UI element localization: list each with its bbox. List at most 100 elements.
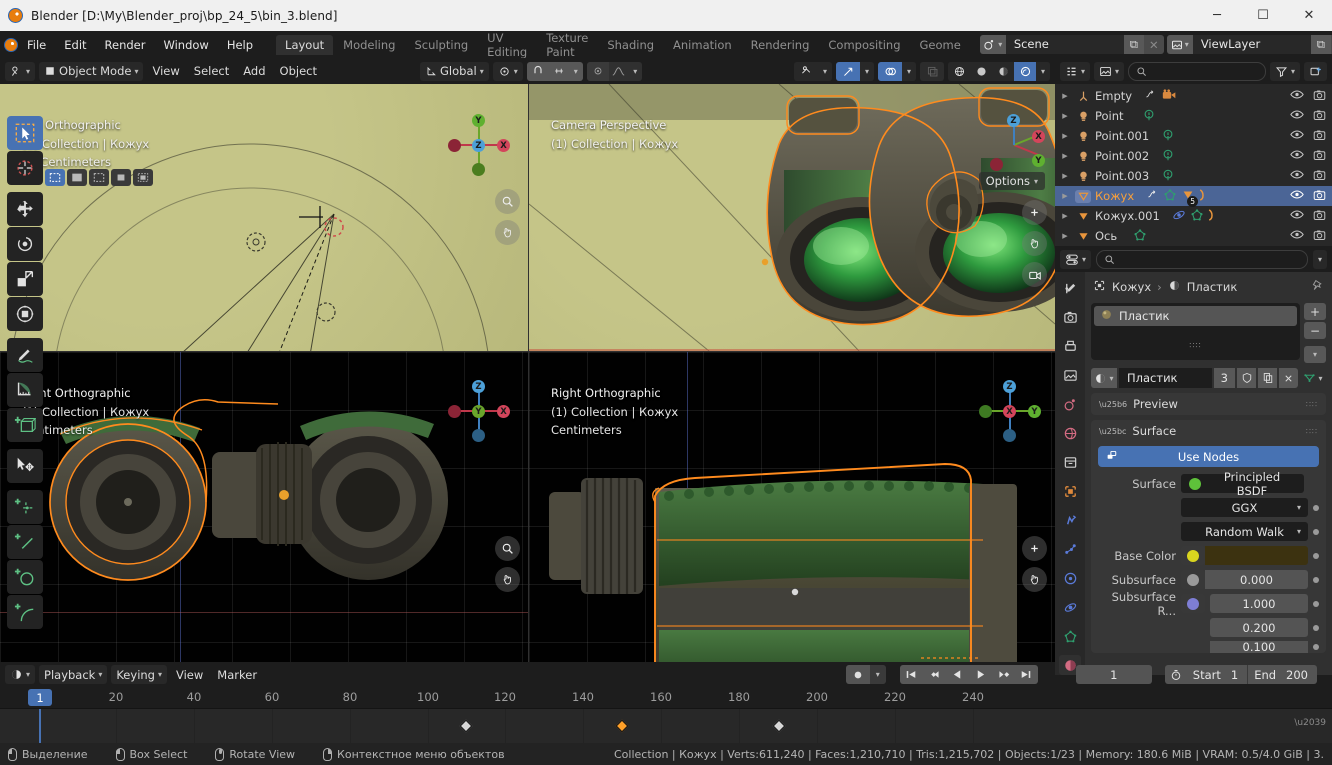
preview-panel[interactable]: \u25b6 Preview ∷∷	[1091, 393, 1326, 415]
scene-name[interactable]: Scene	[1005, 35, 1124, 54]
distribution-dropdown[interactable]: GGX ▾	[1181, 498, 1308, 517]
tool-transform[interactable]	[7, 297, 43, 331]
hide-in-viewport-icon[interactable]	[1290, 169, 1304, 183]
hide-in-viewport-icon[interactable]	[1290, 89, 1304, 103]
hide-in-viewport-icon[interactable]	[1290, 149, 1304, 163]
editor-type-button[interactable]: ▾	[5, 61, 36, 81]
add-material-slot-button[interactable]: +	[1304, 303, 1326, 320]
timeline-editor-type-button[interactable]: ▾	[5, 665, 36, 684]
play-reverse-button[interactable]	[945, 665, 969, 684]
output-tab[interactable]	[1059, 336, 1081, 356]
select-extend-icon[interactable]	[67, 169, 87, 186]
tool-annotate[interactable]	[7, 338, 43, 372]
menu-render[interactable]: Render	[96, 35, 155, 55]
subsurface-method-dropdown[interactable]: Random Walk ▾	[1181, 522, 1308, 541]
subsurface-radius-socket-button[interactable]	[1181, 594, 1205, 613]
gizmo-axis-z[interactable]: Z	[1003, 380, 1016, 393]
gizmo-axis-neg-z[interactable]	[472, 429, 485, 442]
material-data-dropdown[interactable]: ▾	[1300, 368, 1326, 388]
animate-property-dot[interactable]	[1313, 600, 1319, 607]
scene-datablock[interactable]: ▾ Scene ⧉ ✕	[979, 35, 1164, 54]
minimize-button[interactable]: ─	[1194, 0, 1240, 31]
viewport-top-nav-gizmo[interactable]: Y X Z	[448, 114, 510, 176]
properties-options-button[interactable]: ▾	[1312, 249, 1327, 269]
material-name-field[interactable]: Пластик	[1119, 368, 1212, 388]
workspace-tab-animation[interactable]: Animation	[664, 35, 741, 55]
solid-shading-icon[interactable]	[970, 61, 992, 81]
viewport-top-pan-button[interactable]	[495, 220, 520, 245]
disclosure-triangle-icon[interactable]: ▶	[1059, 92, 1071, 100]
viewport-front-orthographic[interactable]: Front Orthographic (1) Collection | Кожу…	[0, 352, 528, 662]
proportional-falloff-icon[interactable]	[608, 61, 629, 81]
select-invert-icon[interactable]	[111, 169, 131, 186]
breadcrumb-object[interactable]: Кожух	[1112, 280, 1151, 294]
gizmo-axis-z[interactable]: Z	[1007, 114, 1020, 127]
viewport-menu-view[interactable]: View	[147, 62, 184, 81]
viewport-right-pan-button[interactable]	[1022, 567, 1047, 592]
timeline-ruler[interactable]: 20 40 60 80 100 120 140 160 180 200 220 …	[0, 687, 1332, 709]
gizmo-axis-y[interactable]: Y	[1028, 405, 1041, 418]
tool-measure[interactable]	[7, 373, 43, 407]
transform-orientation-dropdown[interactable]: Global ▾	[420, 61, 489, 81]
viewport-right-nav-gizmo[interactable]: Z Y X	[979, 380, 1041, 442]
gizmo-axis-neg-y[interactable]	[979, 405, 992, 418]
workspace-tab-uv-editing[interactable]: UV Editing	[478, 28, 536, 62]
keyframe-marker[interactable]	[459, 719, 473, 733]
viewport-right-zoom-button[interactable]	[1022, 536, 1047, 561]
gizmo-caret-icon[interactable]: ▾	[860, 61, 874, 81]
breadcrumb-material[interactable]: Пластик	[1187, 280, 1238, 294]
jump-to-end-button[interactable]	[1014, 665, 1038, 684]
proportional-editing-group[interactable]: ▾	[586, 61, 642, 81]
snap-dropdown-caret-icon[interactable]: ▾	[568, 61, 583, 81]
subsurface-radius-value-x[interactable]: 1.000	[1210, 594, 1308, 613]
snap-target-icon[interactable]	[548, 61, 569, 81]
workspace-tab-compositing[interactable]: Compositing	[819, 35, 909, 55]
subsurface-radius-z-row[interactable]: 0.100	[1098, 641, 1319, 653]
object-tab[interactable]	[1059, 481, 1081, 501]
animate-property-dot[interactable]	[1313, 504, 1319, 511]
surface-shader-value[interactable]: Principled BSDF	[1181, 470, 1304, 498]
workspace-tab-geometry-nodes[interactable]: Geome	[911, 35, 970, 55]
tool-scale[interactable]	[7, 262, 43, 296]
outliner-row-empty[interactable]: ▶ Empty	[1055, 86, 1332, 106]
subsurface-radius-field-row[interactable]: Subsurface R... 1.000	[1098, 590, 1319, 618]
disable-in-renders-icon[interactable]	[1313, 129, 1326, 144]
viewport-menu-select[interactable]: Select	[189, 62, 234, 81]
tool-add-circle[interactable]	[7, 560, 43, 594]
viewport-top-orthographic[interactable]: Top Orthographic (1) Collection | Кожух …	[0, 84, 528, 351]
particles-tab[interactable]	[1059, 539, 1081, 559]
viewlayer-name[interactable]: ViewLayer	[1192, 35, 1311, 54]
gizmo-axis-neg-z[interactable]	[1003, 429, 1016, 442]
gizmo-icon[interactable]	[836, 61, 860, 81]
subsurface-socket-button[interactable]	[1181, 570, 1205, 589]
hide-in-viewport-icon[interactable]	[1290, 229, 1304, 243]
material-slot-box[interactable]: Пластик ▶ ∷∷	[10, 303, 1300, 360]
unlink-material-button[interactable]	[1279, 368, 1298, 388]
viewport-front-zoom-button[interactable]	[495, 536, 520, 561]
gizmo-axis-z[interactable]: Z	[472, 380, 485, 393]
viewport-menu-object[interactable]: Object	[275, 62, 322, 81]
outliner-row-point-001[interactable]: ▶ Point.001	[1055, 126, 1332, 146]
distribution-field-row[interactable]: GGX ▾	[1098, 497, 1319, 518]
tool-add-cube[interactable]	[7, 408, 43, 442]
use-nodes-button[interactable]: Use Nodes	[1098, 446, 1319, 467]
gizmo-axis-neg-y[interactable]	[472, 163, 485, 176]
remove-material-slot-button[interactable]: −	[1304, 322, 1326, 339]
gizmo-group[interactable]: ▾	[836, 61, 874, 81]
jump-to-next-keyframe-button[interactable]	[991, 665, 1015, 684]
viewport-front-nav-gizmo[interactable]: Z X Y	[448, 380, 510, 442]
disable-in-renders-icon[interactable]	[1313, 109, 1326, 124]
workspace-tab-rendering[interactable]: Rendering	[742, 35, 819, 55]
collection-tab[interactable]	[1059, 452, 1081, 472]
properties-editor-type-button[interactable]: ▾	[1060, 249, 1092, 269]
view-layer-tab[interactable]	[1059, 365, 1081, 385]
gizmo-axis-x[interactable]: X	[1003, 405, 1016, 418]
gizmo-axis-x[interactable]: X	[497, 405, 510, 418]
modifier-tab[interactable]	[1059, 510, 1081, 530]
timeline-playhead[interactable]: 1	[28, 689, 52, 706]
play-button[interactable]	[968, 665, 992, 684]
visibility-caret-icon[interactable]: ▾	[818, 61, 832, 81]
tool-add-point[interactable]	[7, 490, 43, 524]
outliner-row-point-002[interactable]: ▶ Point.002	[1055, 146, 1332, 166]
workspace-tab-sculpting[interactable]: Sculpting	[405, 35, 477, 55]
